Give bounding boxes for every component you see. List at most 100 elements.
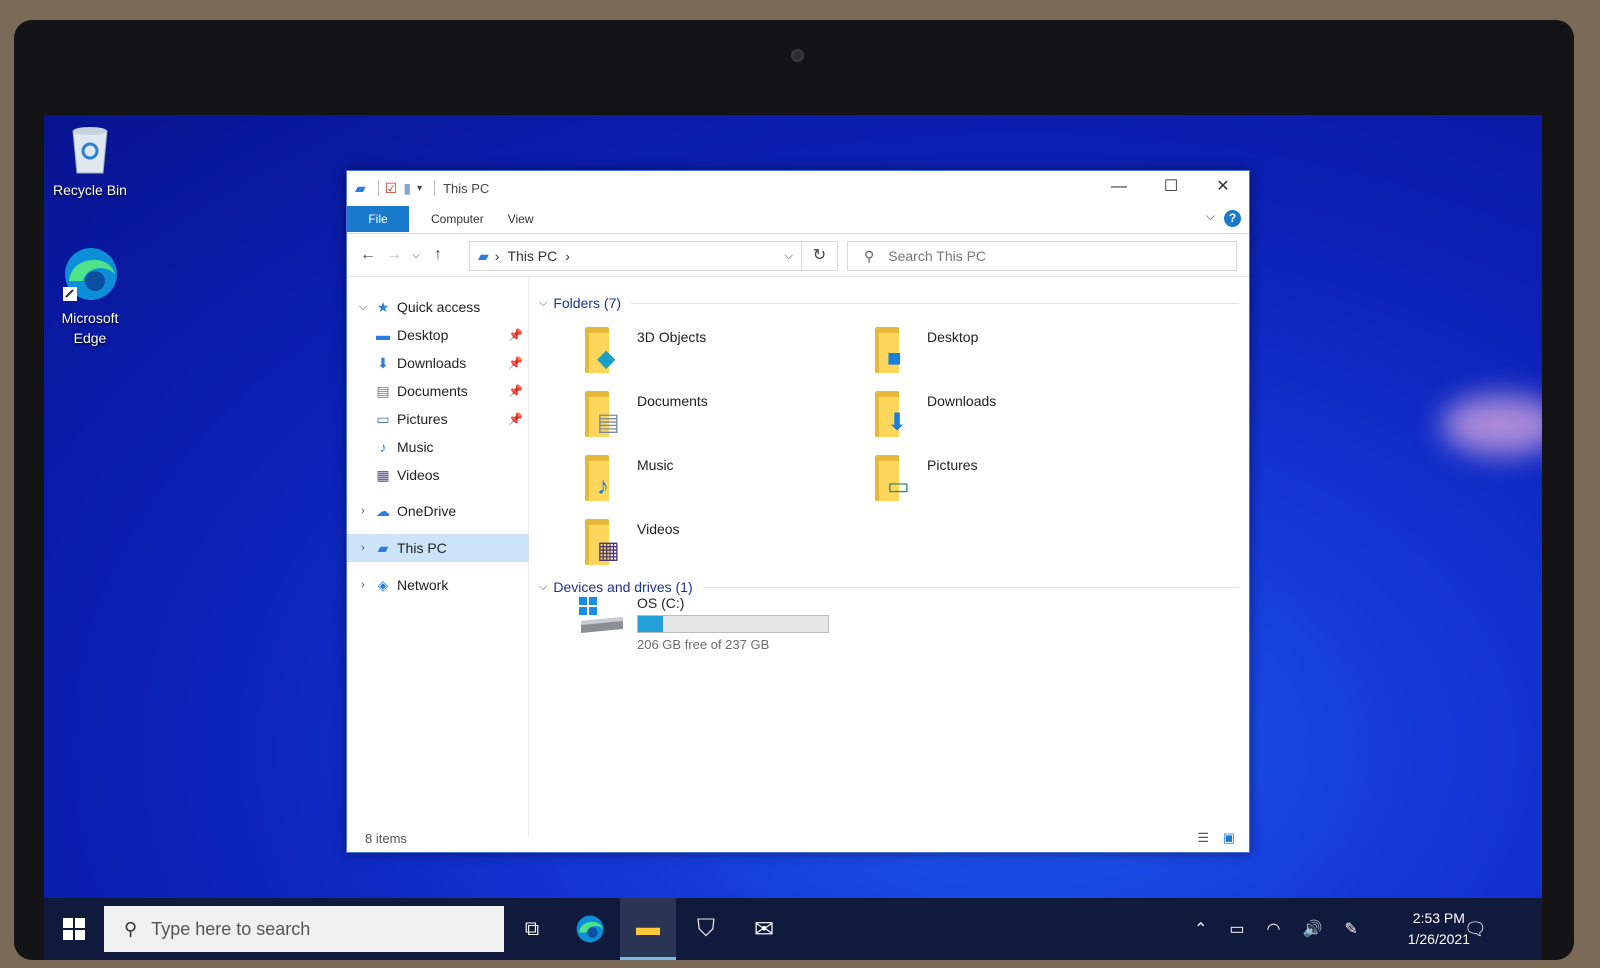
minimize-button[interactable]: — xyxy=(1093,171,1145,205)
nav-label: OneDrive xyxy=(397,503,457,519)
folder-music[interactable]: ♪ Music xyxy=(583,453,674,503)
qat-dropdown-icon[interactable]: ▾ xyxy=(417,183,422,194)
film-icon: ▦ xyxy=(597,537,620,564)
file-explorer-window: ▰ ☑ ▮ ▾ This PC — ☐ ✕ File Computer View… xyxy=(346,170,1250,853)
nav-label: Downloads xyxy=(397,355,467,371)
pin-icon[interactable]: 📌 xyxy=(508,384,523,398)
volume-icon[interactable]: 🔊 xyxy=(1303,919,1323,939)
folder-videos[interactable]: ▦ Videos xyxy=(583,517,680,567)
forward-icon[interactable]: → xyxy=(381,246,407,264)
expand-icon[interactable]: › xyxy=(353,542,373,554)
folder-label: Videos xyxy=(637,521,680,537)
nav-item-downloads[interactable]: ⬇ Downloads 📌 xyxy=(347,349,529,377)
large-icons-view-icon[interactable]: ▣ xyxy=(1223,830,1235,845)
nav-onedrive[interactable]: › ☁ OneDrive xyxy=(347,497,529,525)
collapse-icon[interactable]: ⌵ xyxy=(539,581,547,594)
nav-label: Documents xyxy=(397,383,468,399)
expand-ribbon-icon[interactable]: ⌵ xyxy=(1206,209,1215,224)
desktop-icon: ■ xyxy=(887,345,902,372)
collapse-icon[interactable]: ⌵ xyxy=(353,301,373,314)
network-icon: ◈ xyxy=(377,576,389,593)
group-title: Folders (7) xyxy=(553,295,622,311)
taskbar-store[interactable]: ⛉ xyxy=(678,898,734,960)
pin-icon[interactable]: 📌 xyxy=(508,356,523,370)
folder-downloads[interactable]: ⬇ Downloads xyxy=(873,389,996,439)
properties-icon[interactable]: ☑ xyxy=(385,180,398,197)
tab-computer[interactable]: Computer xyxy=(419,212,496,226)
collapse-icon[interactable]: ⌵ xyxy=(539,297,547,310)
pin-icon[interactable]: 📌 xyxy=(508,412,523,426)
nav-item-music[interactable]: ♪ Music xyxy=(347,433,529,461)
picture-icon: ▭ xyxy=(887,473,910,500)
nav-item-desktop[interactable]: ▬ Desktop 📌 xyxy=(347,321,529,349)
breadcrumb-separator[interactable]: › xyxy=(495,248,500,264)
nav-this-pc[interactable]: › ▰ This PC xyxy=(347,534,529,562)
folder-documents[interactable]: ▤ Documents xyxy=(583,389,708,439)
task-view-button[interactable]: ⧉ xyxy=(504,898,560,960)
clock[interactable]: 2:53 PM 1/26/2021 xyxy=(1408,908,1470,950)
pin-icon[interactable]: 📌 xyxy=(508,328,523,342)
pen-icon[interactable]: ✎ xyxy=(1344,919,1357,939)
edge-label-line2: Edge xyxy=(73,330,107,346)
nav-quick-access[interactable]: ⌵ ★ Quick access xyxy=(347,293,529,321)
folder-label: Music xyxy=(637,457,674,473)
recent-locations-icon[interactable]: ⌵ xyxy=(407,250,425,261)
nav-network[interactable]: › ◈ Network xyxy=(347,571,529,599)
edge-icon xyxy=(576,915,604,943)
close-button[interactable]: ✕ xyxy=(1197,171,1249,205)
devices-group-header[interactable]: ⌵ Devices and drives (1) xyxy=(539,579,1239,595)
address-dropdown-icon[interactable]: ⌵ xyxy=(785,250,793,263)
taskbar-search-placeholder: Type here to search xyxy=(151,918,311,939)
address-bar[interactable]: ▰ › This PC › ⌵ xyxy=(469,241,802,271)
nav-item-videos[interactable]: ▦ Videos xyxy=(347,461,529,489)
folder-label: Pictures xyxy=(927,457,978,473)
navigation-bar: ← → ⌵ ↑ ▰ › This PC › ⌵ ↻ ⚲ Search This … xyxy=(347,233,1249,277)
search-placeholder: Search This PC xyxy=(888,248,987,264)
nav-item-documents[interactable]: ▤ Documents 📌 xyxy=(347,377,529,405)
recycle-bin-label: Recycle Bin xyxy=(53,182,127,198)
breadcrumb-chevron[interactable]: › xyxy=(565,248,570,264)
expand-icon[interactable]: › xyxy=(353,505,373,517)
breadcrumb-this-pc[interactable]: This PC xyxy=(507,248,557,264)
details-view-icon[interactable]: ☰ xyxy=(1197,830,1209,845)
folder-pictures[interactable]: ▭ Pictures xyxy=(873,453,978,503)
wifi-icon[interactable]: ◠ xyxy=(1267,919,1281,939)
folder-icon: ⬇ xyxy=(873,389,919,439)
action-center-button[interactable]: 🗨 xyxy=(1464,898,1487,960)
start-button[interactable] xyxy=(44,898,104,960)
battery-icon[interactable]: ▭ xyxy=(1229,919,1244,939)
nav-label: Network xyxy=(397,577,449,593)
taskbar-file-explorer[interactable]: ▬ xyxy=(620,898,676,960)
folder-3d-objects[interactable]: ◆ 3D Objects xyxy=(583,325,706,375)
cloud-icon: ☁ xyxy=(376,502,390,519)
taskbar-edge[interactable] xyxy=(562,898,618,960)
tab-file[interactable]: File xyxy=(347,206,409,232)
back-icon[interactable]: ← xyxy=(355,246,381,264)
nav-label: Pictures xyxy=(397,411,448,427)
show-hidden-icons-icon[interactable]: ⌃ xyxy=(1194,919,1207,939)
tab-view[interactable]: View xyxy=(496,212,546,226)
search-box[interactable]: ⚲ Search This PC xyxy=(847,241,1237,271)
desktop-icon: ▬ xyxy=(376,327,390,343)
divider xyxy=(702,586,1239,588)
up-icon[interactable]: ↑ xyxy=(425,246,451,264)
drive-os-c[interactable]: OS (C:) 206 GB free of 237 GB xyxy=(577,595,829,652)
folder-icon: ▭ xyxy=(873,453,919,503)
folders-group-header[interactable]: ⌵ Folders (7) xyxy=(539,295,1239,311)
title-bar[interactable]: ▰ ☑ ▮ ▾ This PC — ☐ ✕ xyxy=(347,171,1249,205)
expand-icon[interactable]: › xyxy=(353,579,373,591)
recycle-bin-shortcut[interactable]: Recycle Bin xyxy=(44,123,136,200)
microsoft-edge-shortcut[interactable]: Microsoft Edge xyxy=(44,245,136,348)
taskbar-mail[interactable]: ✉ xyxy=(736,898,792,960)
nav-item-pictures[interactable]: ▭ Pictures 📌 xyxy=(347,405,529,433)
this-pc-icon: ▰ xyxy=(478,247,489,264)
taskbar-search-box[interactable]: ⚲ Type here to search xyxy=(104,906,504,952)
maximize-button[interactable]: ☐ xyxy=(1145,171,1197,205)
drive-icon xyxy=(577,595,627,639)
folder-desktop[interactable]: ■ Desktop xyxy=(873,325,978,375)
new-folder-icon[interactable]: ▮ xyxy=(403,180,411,197)
this-pc-icon: ▰ xyxy=(377,539,389,556)
refresh-button[interactable]: ↻ xyxy=(802,241,838,271)
help-button[interactable]: ? xyxy=(1224,210,1241,227)
divider xyxy=(377,180,379,196)
